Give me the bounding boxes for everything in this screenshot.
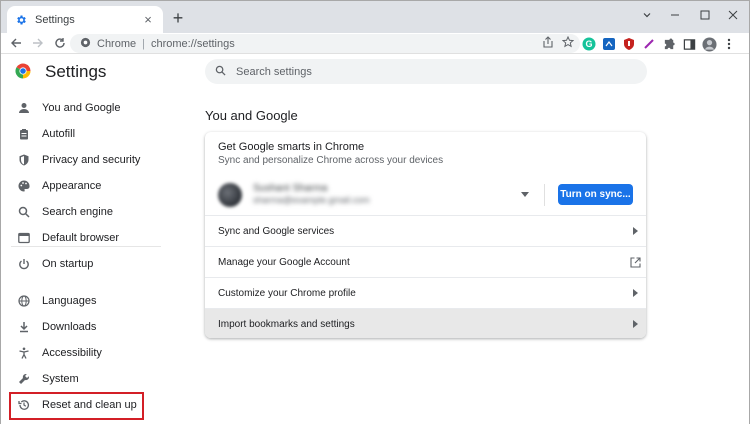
bookmark-star-icon[interactable] [561,35,575,51]
sidebar-item-languages[interactable]: Languages [9,288,161,314]
back-arrow-icon[interactable] [5,33,27,53]
account-row: Sushant Sharma sharma@example.gmail.com … [205,179,646,215]
url-separator: | [142,37,145,50]
tab-strip: Settings × + [1,1,749,33]
row-label: Import bookmarks and settings [218,318,355,330]
sidebar-item-accessibility[interactable]: Accessibility [9,340,161,366]
more-menu-icon[interactable] [721,36,737,52]
search-settings-input[interactable]: Search settings [205,59,647,84]
you-and-google-card: Get Google smarts in Chrome Sync and per… [205,132,646,338]
address-bar[interactable]: Chrome | chrome://settings [70,34,580,53]
download-icon [17,320,31,334]
sidebar-item-privacy-and-security[interactable]: Privacy and security [9,147,161,173]
turn-on-sync-button[interactable]: Turn on sync... [558,184,633,205]
palette-icon [17,179,31,193]
sidebar-item-label: Autofill [42,128,76,140]
sidebar-item-appearance[interactable]: Appearance [9,173,161,199]
sidebar-item-label: Privacy and security [42,154,141,166]
vertical-divider [544,184,545,206]
svg-text:G: G [585,39,592,49]
toolbar: Chrome | chrome://settings G [1,33,749,54]
pen-extension-icon[interactable] [641,36,657,52]
maximize-icon[interactable] [693,5,717,25]
sidebar-item-search-engine[interactable]: Search engine [9,199,161,225]
sidebar-item-downloads[interactable]: Downloads [9,314,161,340]
profile-avatar[interactable] [701,36,717,52]
sidebar-item-label: Languages [42,295,97,307]
chevron-right-icon [624,289,646,297]
search-placeholder: Search settings [236,65,312,78]
reset-highlight-box [9,392,144,420]
sync-and-google-services-row[interactable]: Sync and Google services [205,215,646,246]
reload-icon[interactable] [49,33,71,53]
sidebar-item-label: Downloads [42,321,97,333]
page-title: Settings [45,62,107,81]
search-icon [17,205,31,219]
side-panel-icon[interactable] [681,36,697,52]
row-label: Manage your Google Account [218,256,350,268]
sidebar-item-autofill[interactable]: Autofill [9,121,161,147]
shield-icon [17,153,31,167]
clipboard-icon [17,127,31,141]
close-icon[interactable] [721,5,745,25]
sidebar-item-label: You and Google [42,102,121,114]
forward-arrow-icon[interactable] [27,33,49,53]
person-icon [17,101,31,115]
wrench-icon [17,372,31,386]
row-label: Customize your Chrome profile [218,287,356,299]
url-text: chrome://settings [150,37,235,50]
chevron-right-icon [624,227,646,235]
chrome-site-icon [80,37,91,51]
tab-title: Settings [35,13,75,26]
smarts-subtitle: Sync and personalize Chrome across your … [218,155,444,166]
smarts-title: Get Google smarts in Chrome [218,141,365,153]
screen-capture-extension-icon[interactable] [601,36,617,52]
chrome-logo-icon [15,63,31,79]
settings-header: Settings Search settings [1,55,749,89]
globe-icon [17,294,31,308]
sidebar-item-label: System [42,373,79,385]
avatar [218,183,242,207]
tab-close-icon[interactable]: × [141,13,155,27]
gear-icon [15,14,27,26]
sidebar-item-label: Default browser [42,232,120,244]
power-icon [17,257,31,271]
customize-chrome-profile-row[interactable]: Customize your Chrome profile [205,277,646,308]
account-name: Sushant Sharma [253,183,328,194]
sidebar-item-default-browser[interactable]: Default browser [9,225,161,251]
sidebar-item-label: Search engine [42,206,113,218]
site-name: Chrome [97,37,137,50]
minimize-icon[interactable] [663,5,687,25]
sidebar-item-you-and-google[interactable]: You and Google [9,95,161,121]
tab-settings[interactable]: Settings × [7,6,163,33]
sidebar-item-label: On startup [42,258,94,270]
section-title-you-and-google: You and Google [205,108,298,123]
new-tab-button[interactable]: + [169,8,187,28]
row-label: Sync and Google services [218,225,335,237]
browser-window-icon [17,231,31,245]
account-email: sharma@example.gmail.com [253,195,370,205]
sidebar-item-system[interactable]: System [9,366,161,392]
chevron-right-icon [624,320,646,328]
external-link-icon [624,256,646,268]
manage-google-account-row[interactable]: Manage your Google Account [205,246,646,277]
ublock-extension-icon[interactable] [621,36,637,52]
import-bookmarks-and-settings-row[interactable]: Import bookmarks and settings [205,308,646,338]
settings-page: Settings Search settings You and Google … [1,55,749,424]
sidebar-item-on-startup[interactable]: On startup [9,251,161,277]
grammarly-extension-icon[interactable]: G [581,36,597,52]
sidebar-divider [11,246,161,247]
search-icon [215,65,226,79]
sidebar-item-label: Accessibility [42,347,102,359]
account-dropdown-icon[interactable] [520,189,530,199]
extensions-puzzle-icon[interactable] [661,36,677,52]
share-icon[interactable] [542,36,554,51]
accessibility-icon [17,346,31,360]
sidebar-item-label: Appearance [42,180,102,192]
tab-search-icon[interactable] [635,5,659,25]
